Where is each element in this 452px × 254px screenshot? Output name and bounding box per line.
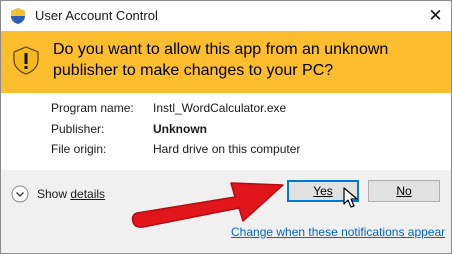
close-button[interactable]: ✕ bbox=[420, 1, 451, 31]
file-origin-value: Hard drive on this computer bbox=[153, 142, 301, 156]
title-bar: User Account Control ✕ bbox=[1, 1, 451, 31]
program-name-value: Instl_WordCalculator.exe bbox=[153, 101, 287, 115]
uac-shield-icon bbox=[11, 8, 25, 24]
show-details-label: Show details bbox=[37, 187, 106, 201]
no-button[interactable]: No bbox=[368, 180, 440, 202]
red-arrow-icon bbox=[131, 182, 284, 228]
publisher-label: Publisher: bbox=[51, 122, 105, 136]
mouse-pointer-icon bbox=[343, 187, 358, 208]
show-details-toggle[interactable]: Show details bbox=[11, 184, 121, 204]
uac-question: Do you want to allow this app from an un… bbox=[53, 41, 389, 79]
warning-banner: Do you want to allow this app from an un… bbox=[1, 31, 451, 93]
shield-warning-icon bbox=[13, 46, 39, 75]
window-title: User Account Control bbox=[35, 8, 158, 23]
chevron-down-icon bbox=[11, 185, 29, 203]
file-origin-label: File origin: bbox=[51, 142, 107, 156]
publisher-value: Unknown bbox=[153, 122, 207, 136]
uac-dialog: User Account Control ✕ Do you want to al… bbox=[0, 0, 452, 254]
program-name-label: Program name: bbox=[51, 101, 134, 115]
